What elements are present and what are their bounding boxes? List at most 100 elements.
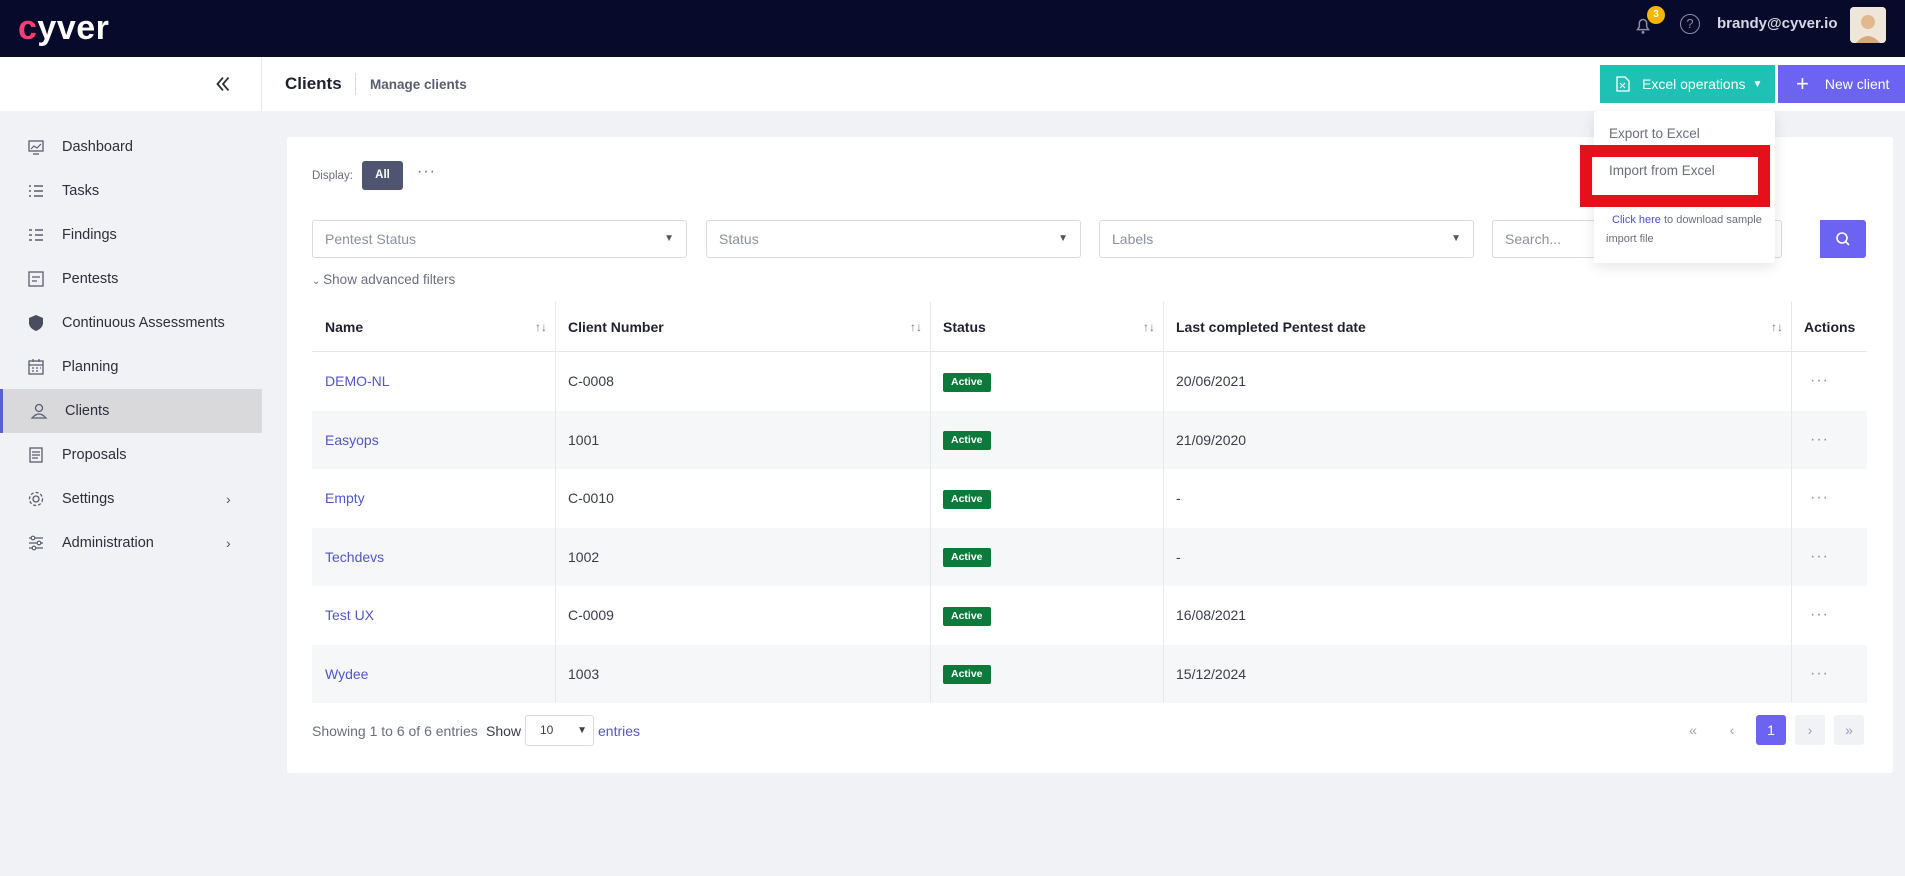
table-header: Name ↑↓ Client Number ↑↓ Status ↑↓ Last … <box>312 302 1867 352</box>
column-divider <box>930 302 931 702</box>
status-badge: Active <box>943 489 991 509</box>
sidebar-item-dashboard[interactable]: Dashboard <box>0 125 262 169</box>
new-client-button[interactable]: + New client <box>1778 65 1905 103</box>
column-header-last-pentest-date[interactable]: Last completed Pentest date ↑↓ <box>1163 302 1791 352</box>
sidebar-item-findings[interactable]: Findings <box>0 213 262 257</box>
client-number: C-0009 <box>568 607 614 623</box>
column-header-label: Status <box>943 319 986 335</box>
search-button[interactable] <box>1820 220 1866 258</box>
last-pentest-date: 21/09/2020 <box>1176 431 1247 448</box>
row-actions-button[interactable]: ··· <box>1810 352 1829 411</box>
download-sample-link[interactable]: Click here <box>1612 214 1661 226</box>
status-badge: Active <box>943 665 991 685</box>
sidebar-item-continuous-assessments[interactable]: Continuous Assessments <box>0 301 262 345</box>
sidebar-item-label: Dashboard <box>62 139 133 155</box>
status-select[interactable]: Status ▼ <box>706 220 1081 258</box>
import-from-excel-item[interactable]: Import from Excel <box>1609 163 1715 178</box>
status-badge: Active <box>943 606 991 626</box>
pentest-status-select[interactable]: Pentest Status ▼ <box>312 220 687 258</box>
row-actions-button[interactable]: ··· <box>1810 411 1829 470</box>
sidebar-item-planning[interactable]: Planning <box>0 345 262 389</box>
excel-operations-button[interactable]: Excel operations ▼ <box>1600 65 1775 103</box>
labels-select[interactable]: Labels ▼ <box>1099 220 1474 258</box>
column-header-name[interactable]: Name ↑↓ <box>312 302 555 352</box>
next-page-button[interactable]: › <box>1795 715 1825 745</box>
sidebar-item-tasks[interactable]: Tasks <box>0 169 262 213</box>
column-header-label: Last completed Pentest date <box>1176 319 1366 335</box>
avatar[interactable] <box>1850 7 1886 43</box>
help-icon[interactable]: ? <box>1680 14 1700 34</box>
last-page-button[interactable]: » <box>1834 715 1864 745</box>
row-actions-button[interactable]: ··· <box>1810 645 1829 704</box>
client-number: 1002 <box>568 548 600 565</box>
previous-page-button[interactable]: ‹ <box>1717 715 1747 745</box>
status-cell: Active <box>930 586 991 645</box>
shield-icon <box>29 315 43 331</box>
sidebar-item-label: Findings <box>62 227 117 243</box>
sidebar-item-label: Administration <box>62 535 154 551</box>
row-actions-button[interactable]: ··· <box>1810 528 1829 587</box>
client-number: C-0010 <box>568 490 614 506</box>
table-row: Easyops 1001 Active 21/09/2020 ··· <box>312 410 1867 470</box>
clients-icon <box>30 403 48 419</box>
plus-icon: + <box>1796 71 1809 96</box>
sidebar-item-clients[interactable]: Clients <box>0 389 262 433</box>
status-cell: Active <box>930 411 991 470</box>
page-button-1[interactable]: 1 <box>1756 715 1786 745</box>
new-client-label: New client <box>1824 76 1890 92</box>
column-divider <box>555 302 556 702</box>
table-row: DEMO-NL C-0008 Active 20/06/2021 ··· <box>312 352 1867 411</box>
tasks-icon <box>29 185 43 197</box>
calendar-icon <box>28 359 44 375</box>
client-name-link[interactable]: Techdevs <box>312 528 384 587</box>
client-name-link[interactable]: DEMO-NL <box>312 352 390 411</box>
sidebar-item-label: Proposals <box>62 447 127 463</box>
first-page-button[interactable]: « <box>1678 715 1708 745</box>
client-name-link[interactable]: Test UX <box>312 586 374 645</box>
entries-info: Showing 1 to 6 of 6 entries <box>312 723 478 739</box>
page-size-select[interactable]: 10 ▼ <box>525 715 594 746</box>
client-number: C-0008 <box>568 373 614 389</box>
display-label: Display: <box>312 170 353 182</box>
sidebar-item-settings[interactable]: Settings › <box>0 477 262 521</box>
chevron-down-icon: ▼ <box>664 233 674 244</box>
column-divider <box>1791 302 1792 702</box>
sort-icon[interactable]: ↑↓ <box>1143 302 1155 352</box>
column-header-status[interactable]: Status ↑↓ <box>930 302 1163 352</box>
notification-badge: 3 <box>1647 6 1665 24</box>
show-advanced-filters-link[interactable]: ⌄ Show advanced filters <box>312 272 455 287</box>
collapse-sidebar-icon[interactable] <box>212 73 234 95</box>
status-badge: Active <box>943 548 991 568</box>
row-actions-button[interactable]: ··· <box>1810 469 1829 528</box>
client-name-link[interactable]: Empty <box>312 469 365 528</box>
status-cell: Active <box>930 469 991 528</box>
labels-placeholder: Labels <box>1112 231 1154 247</box>
sidebar-item-proposals[interactable]: Proposals <box>0 433 262 477</box>
row-actions-button[interactable]: ··· <box>1810 586 1829 645</box>
chevron-down-icon: ▼ <box>1058 233 1068 244</box>
client-name-link[interactable]: Easyops <box>312 411 379 470</box>
export-to-excel-item[interactable]: Export to Excel <box>1609 126 1700 141</box>
status-badge: Active <box>943 372 991 392</box>
chevron-down-icon: ▼ <box>577 725 587 736</box>
status-cell: Active <box>930 645 991 704</box>
last-pentest-date: 16/08/2021 <box>1176 607 1247 623</box>
chevron-down-icon: ⌄ <box>312 276 324 287</box>
sort-icon[interactable]: ↑↓ <box>535 302 547 352</box>
sidebar-item-pentests[interactable]: Pentests <box>0 257 262 301</box>
sidebar-item-label: Tasks <box>62 183 100 199</box>
display-more-button[interactable]: ··· <box>417 163 436 181</box>
column-header-client-number[interactable]: Client Number ↑↓ <box>555 302 930 352</box>
advanced-filters-label: Show advanced filters <box>323 272 456 287</box>
sidebar-item-administration[interactable]: Administration › <box>0 521 262 565</box>
dashboard-icon <box>28 140 44 155</box>
client-number: 1003 <box>568 665 600 682</box>
display-all-button[interactable]: All <box>362 161 403 190</box>
sliders-icon <box>29 535 43 551</box>
status-cell: Active <box>930 352 991 411</box>
cyver-logo[interactable]: cyver <box>18 10 109 46</box>
client-name-link[interactable]: Wydee <box>312 645 368 704</box>
sort-icon[interactable]: ↑↓ <box>1771 302 1783 352</box>
sort-icon[interactable]: ↑↓ <box>910 302 922 352</box>
user-email[interactable]: brandy@cyver.io <box>1717 15 1838 32</box>
